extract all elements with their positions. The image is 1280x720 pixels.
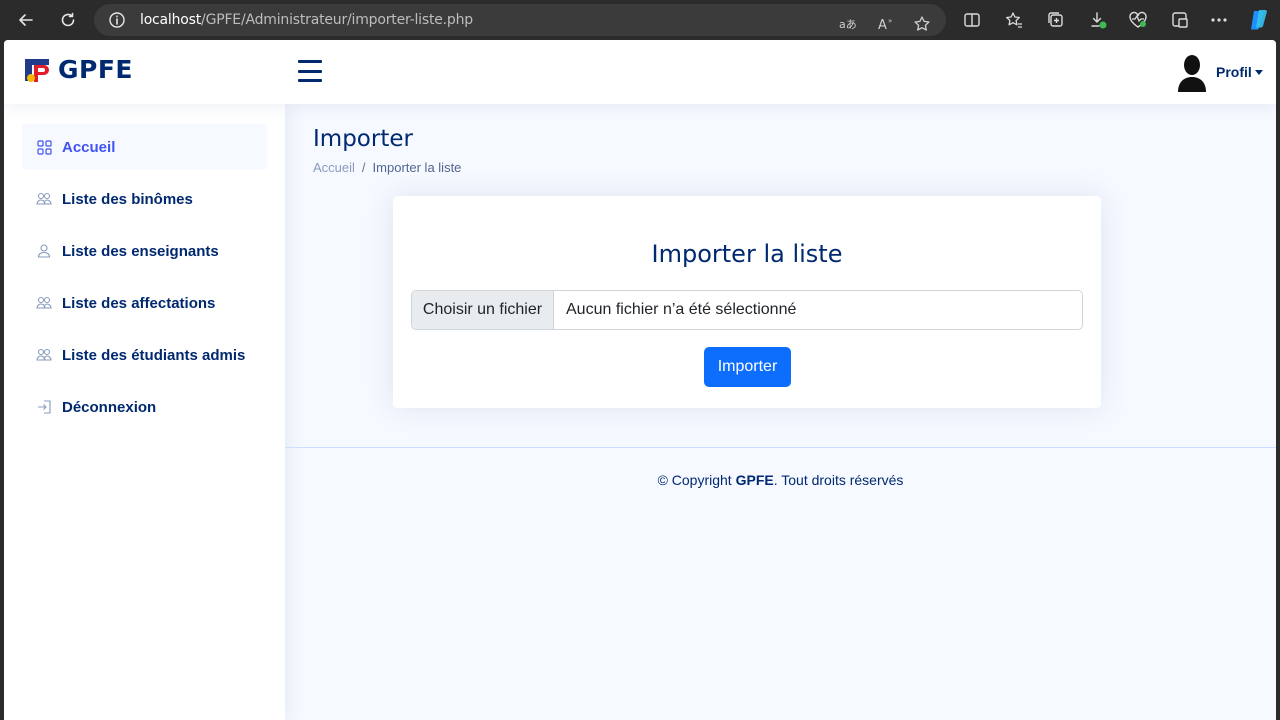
back-arrow-icon[interactable] (15, 9, 37, 31)
choose-file-button[interactable]: Choisir un fichier (412, 291, 554, 329)
address-url[interactable]: localhost/GPFE/Administrateur/importer-l… (140, 12, 473, 28)
people-icon (36, 347, 52, 363)
menu-toggle-icon[interactable] (298, 60, 322, 82)
grid-icon (36, 139, 52, 155)
svg-text:A: A (878, 18, 887, 32)
url-host: localhost (140, 12, 202, 28)
sidebar-item-deconnexion[interactable]: Déconnexion (22, 384, 267, 430)
sidebar-item-etudiants-admis[interactable]: Liste des étudiants admis (22, 332, 267, 378)
address-bar[interactable]: localhost/GPFE/Administrateur/importer-l… (94, 4, 946, 36)
read-aloud-icon[interactable]: A» (876, 14, 896, 34)
footer-divider (285, 447, 1276, 448)
file-status-text: Aucun fichier n’a été sélectionné (566, 301, 797, 318)
sidebar-item-affectations[interactable]: Liste des affectations (22, 280, 267, 326)
sidebar-item-enseignants[interactable]: Liste des enseignants (22, 228, 267, 274)
logo-text: GPFE (58, 54, 133, 84)
copilot-icon[interactable] (1247, 8, 1271, 32)
favorites-icon[interactable] (1004, 10, 1024, 30)
logo[interactable]: GPFE (22, 54, 133, 84)
site-info-icon[interactable] (108, 11, 126, 29)
favorite-star-icon[interactable] (912, 14, 932, 34)
app-header: GPFE Profil (4, 40, 1276, 104)
url-path: /GPFE/Administrateur/importer-liste.php (201, 12, 473, 28)
sidebar-item-label: Liste des affectations (62, 294, 216, 312)
import-submit-button[interactable]: Importer (704, 347, 791, 387)
main-content: Importer Accueil / Importer la liste Imp… (285, 104, 1276, 720)
screenshot-icon[interactable] (1170, 10, 1190, 30)
sidebar: Accueil Liste des binômes Liste des ense… (4, 104, 285, 720)
caret-down-icon (1254, 69, 1263, 75)
footer-suffix: . Tout droits réservés (773, 472, 904, 488)
breadcrumb-separator: / (361, 160, 366, 175)
person-icon (36, 243, 52, 259)
web-page: GPFE Profil Accueil Liste des binômes Li… (4, 40, 1276, 720)
card-title: Importer la liste (651, 240, 843, 268)
browser-toolbar: localhost/GPFE/Administrateur/importer-l… (0, 0, 1280, 40)
breadcrumb-home-link[interactable]: Accueil (313, 160, 355, 175)
avatar (1174, 52, 1210, 92)
sidebar-item-accueil[interactable]: Accueil (22, 124, 267, 170)
logo-mark-icon (22, 54, 52, 84)
breadcrumb-current: Importer la liste (372, 160, 462, 175)
footer-prefix: © Copyright (657, 472, 736, 488)
sidebar-item-label: Liste des enseignants (62, 242, 219, 260)
browser-essentials-icon[interactable] (1128, 10, 1148, 30)
footer-copyright: © Copyright GPFE. Tout droits réservés (285, 472, 1276, 488)
box-arrow-in-right-icon (36, 399, 52, 415)
translate-icon[interactable]: aあ (838, 14, 858, 34)
sidebar-item-label: Accueil (62, 138, 116, 156)
collections-icon[interactable] (1046, 10, 1066, 30)
more-options-icon[interactable] (1209, 10, 1229, 30)
sidebar-item-label: Liste des binômes (62, 190, 193, 208)
svg-text:aあ: aあ (839, 18, 857, 31)
sidebar-item-label: Liste des étudiants admis (62, 346, 246, 364)
profile-label: Profil (1216, 64, 1252, 80)
breadcrumb: Accueil / Importer la liste (313, 160, 461, 175)
svg-text:»: » (888, 17, 892, 25)
sidebar-item-label: Déconnexion (62, 398, 157, 416)
downloads-icon[interactable] (1088, 10, 1108, 30)
import-card: Importer la liste Choisir un fichier Auc… (393, 196, 1101, 408)
file-input[interactable]: Choisir un fichier Aucun fichier n’a été… (411, 290, 1083, 330)
sidebar-item-binomes[interactable]: Liste des binômes (22, 176, 267, 222)
people-icon (36, 295, 52, 311)
footer-brand: GPFE (735, 472, 774, 488)
profile-dropdown[interactable]: Profil (1174, 52, 1263, 92)
people-icon (36, 191, 52, 207)
split-screen-icon[interactable] (962, 10, 982, 30)
page-title: Importer (313, 126, 413, 152)
reload-icon[interactable] (57, 9, 79, 31)
